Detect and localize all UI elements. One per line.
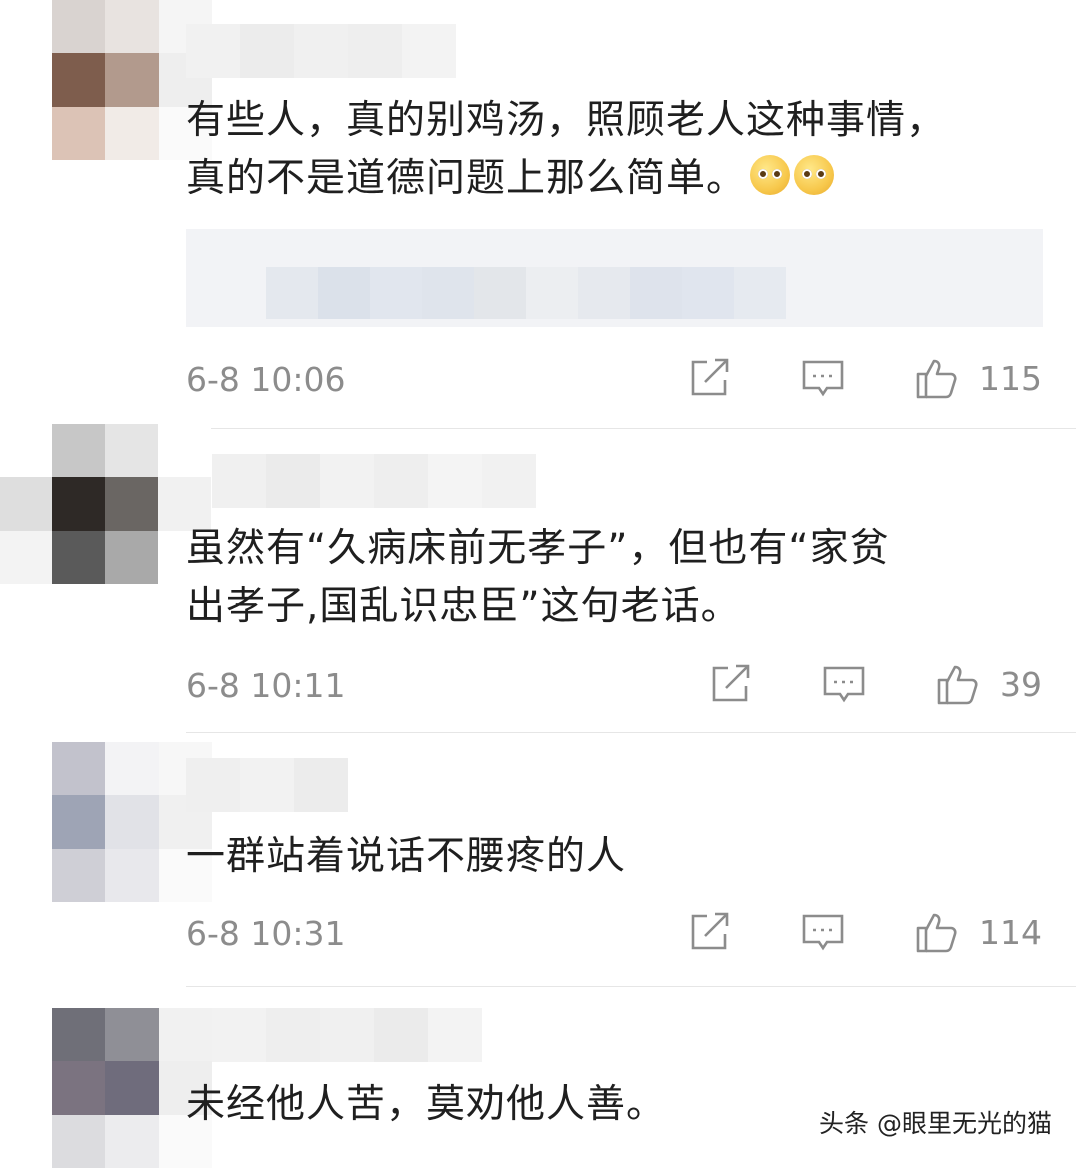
quoted-text-blurred xyxy=(266,267,786,319)
like-button[interactable]: 115 xyxy=(915,356,1042,400)
share-button[interactable] xyxy=(687,356,731,400)
pleading-face-emoji xyxy=(750,155,791,195)
share-icon xyxy=(712,664,750,702)
comment-text: 一群站着说话不腰疼的人 xyxy=(186,828,626,886)
comment-text-line: 真的不是道德问题上那么简单。 xyxy=(186,150,946,208)
reply-button[interactable] xyxy=(822,662,866,706)
thumbs-up-icon xyxy=(916,359,957,399)
share-icon xyxy=(691,912,729,950)
share-icon xyxy=(691,358,729,396)
quoted-reply-preview[interactable] xyxy=(186,229,1043,327)
comment-text-line: 出孝子,国乱识忠臣”这句老话。 xyxy=(186,584,741,629)
username-blurred[interactable] xyxy=(186,758,348,812)
comment-actions: 39 xyxy=(708,662,1042,706)
like-count: 114 xyxy=(979,912,1042,952)
comment-divider xyxy=(186,986,1076,987)
comment-text-line: 一群站着说话不腰疼的人 xyxy=(186,834,627,879)
comment-text-line: 未经他人苦，莫劝他人善。 xyxy=(186,1082,667,1127)
comment-actions: 115 xyxy=(687,356,1042,400)
thumbs-up-icon xyxy=(916,913,957,953)
comment-actions: 114 xyxy=(687,910,1042,954)
comment-text: 虽然有“久病床前无孝子”，但也有“家贫 出孝子,国乱识忠臣”这句老话。 xyxy=(186,520,890,636)
comment-text-line: 虽然有“久病床前无孝子”，但也有“家贫 xyxy=(186,526,890,571)
like-button[interactable]: 39 xyxy=(936,662,1042,706)
reply-button[interactable] xyxy=(801,910,845,954)
username-blurred[interactable] xyxy=(186,24,456,78)
comment-icon xyxy=(823,666,865,703)
like-button[interactable]: 114 xyxy=(915,910,1042,954)
share-button[interactable] xyxy=(687,910,731,954)
thumbs-up-icon xyxy=(937,665,978,705)
comment-icon xyxy=(802,914,844,951)
share-button[interactable] xyxy=(708,662,752,706)
username-blurred[interactable] xyxy=(212,454,536,508)
avatar[interactable] xyxy=(0,424,212,584)
pleading-face-emoji xyxy=(794,155,835,195)
comment-text-line: 有些人，真的别鸡汤，照顾老人这种事情， xyxy=(186,98,947,143)
comment-timestamp: 6-8 10:11 xyxy=(186,666,346,705)
comment-text: 有些人，真的别鸡汤，照顾老人这种事情， 真的不是道德问题上那么简单。 xyxy=(186,92,946,208)
comment-icon xyxy=(802,360,844,397)
comment-text-part: 真的不是道德问题上那么简单。 xyxy=(186,156,747,201)
comment-text: 未经他人苦，莫劝他人善。 xyxy=(186,1076,666,1134)
comment-divider xyxy=(186,732,1076,733)
like-count: 39 xyxy=(1000,664,1042,704)
username-blurred[interactable] xyxy=(212,1008,482,1062)
comment-divider xyxy=(186,428,1076,429)
watermark: 头条 @眼里无光的猫 xyxy=(819,1109,1052,1138)
like-count: 115 xyxy=(979,358,1042,398)
comment-timestamp: 6-8 10:06 xyxy=(186,360,346,399)
comment-timestamp: 6-8 10:31 xyxy=(186,914,346,953)
reply-button[interactable] xyxy=(801,356,845,400)
